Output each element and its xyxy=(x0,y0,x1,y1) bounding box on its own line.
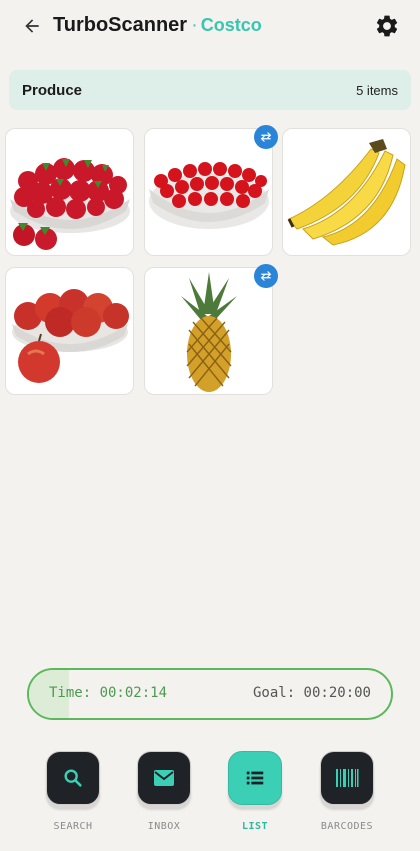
shopping-timer: Time: 00:02:14 Goal: 00:20:00 xyxy=(27,668,393,720)
nav-button-barcodes[interactable] xyxy=(320,751,374,805)
nav-label-list: LIST xyxy=(241,821,269,832)
swap-arrows-icon xyxy=(260,132,272,142)
nav-item-list[interactable]: LIST xyxy=(215,751,295,832)
nav-item-barcodes[interactable]: BARCODES xyxy=(307,751,387,832)
gear-icon xyxy=(376,15,398,37)
nav-button-list[interactable] xyxy=(228,751,282,805)
swap-arrows-icon xyxy=(260,271,272,281)
bottom-navigation: SEARCH INBOX LIST BARCODES xyxy=(0,745,420,845)
search-icon xyxy=(64,769,82,787)
section-header-produce[interactable]: Produce 5 items xyxy=(9,70,411,110)
swap-button[interactable] xyxy=(254,125,278,149)
page-title: TurboScanner · Costco xyxy=(53,14,262,37)
section-title: Produce xyxy=(22,81,83,99)
nav-button-search[interactable] xyxy=(46,751,100,805)
nav-item-search[interactable]: SEARCH xyxy=(33,751,113,832)
strawberries-image xyxy=(10,158,130,250)
nav-label-barcodes: BARCODES xyxy=(320,821,374,832)
title-separator: · xyxy=(191,14,198,36)
item-tile-pineapple[interactable] xyxy=(144,264,278,395)
nav-item-inbox[interactable]: INBOX xyxy=(124,751,204,832)
swap-button[interactable] xyxy=(254,264,278,288)
item-tile-cherry-tomatoes[interactable] xyxy=(144,125,278,256)
settings-button[interactable] xyxy=(374,13,400,39)
top-app-bar: TurboScanner · Costco xyxy=(0,0,420,56)
section-item-count: 5 items xyxy=(356,82,398,98)
bananas-image xyxy=(287,139,406,246)
nav-label-search: SEARCH xyxy=(53,821,93,832)
list-icon xyxy=(246,771,264,785)
barcode-icon xyxy=(336,769,359,787)
pineapple-image xyxy=(181,272,237,392)
cherry-tomatoes-image xyxy=(149,162,269,229)
timer-elapsed: Time: 00:02:14 xyxy=(49,685,168,701)
item-tile-apples[interactable] xyxy=(5,267,134,395)
timer-goal: Goal: 00:20:00 xyxy=(252,685,371,701)
app-title: TurboScanner xyxy=(53,14,188,36)
back-arrow-icon xyxy=(25,19,39,33)
back-button[interactable] xyxy=(18,12,46,40)
store-name: Costco xyxy=(200,15,262,35)
item-tile-strawberries[interactable] xyxy=(5,128,134,256)
nav-label-inbox: INBOX xyxy=(147,821,181,832)
apples-image xyxy=(12,289,129,383)
item-tile-bananas[interactable] xyxy=(282,128,411,256)
mail-icon xyxy=(154,770,174,786)
nav-button-inbox[interactable] xyxy=(137,751,191,805)
